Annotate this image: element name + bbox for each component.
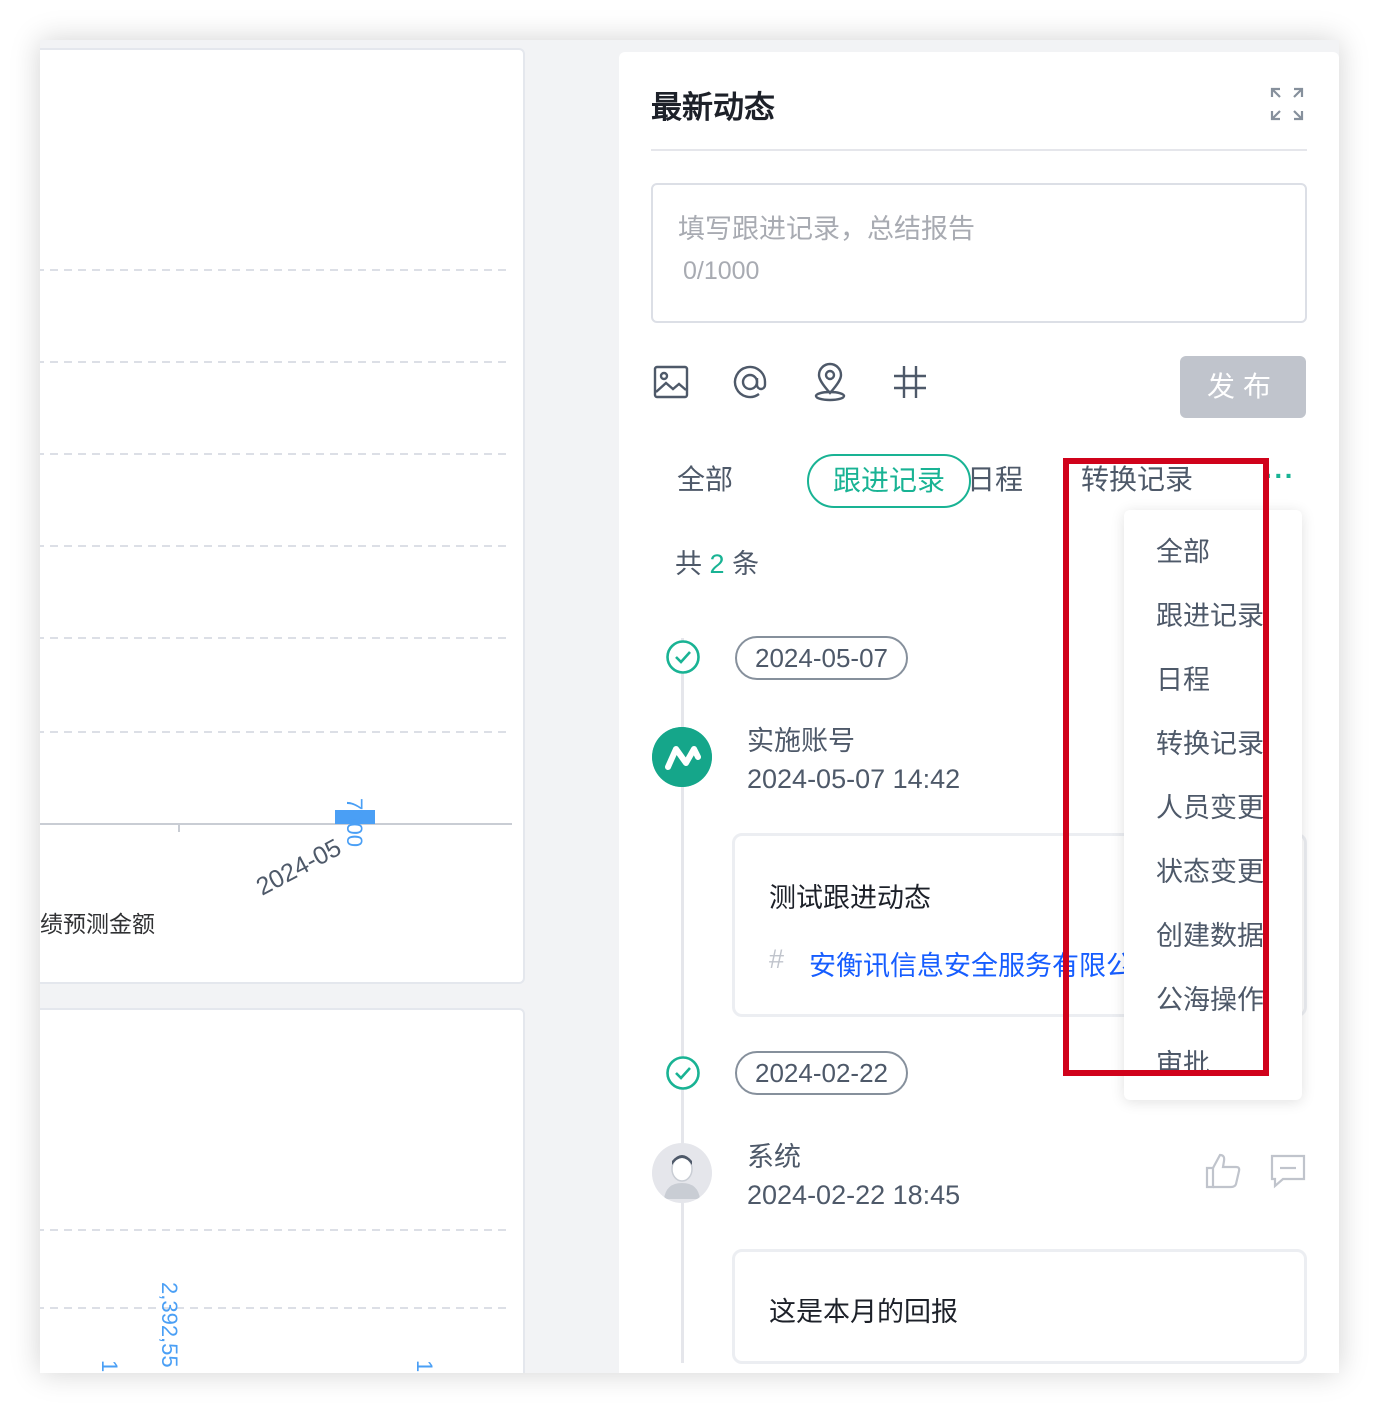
comment-icon[interactable] bbox=[1268, 1151, 1308, 1191]
location-icon[interactable] bbox=[810, 362, 850, 402]
post-time: 2024-05-07 14:42 bbox=[747, 764, 961, 794]
expand-icon[interactable] bbox=[1269, 86, 1305, 122]
total-number: 2 bbox=[709, 549, 725, 579]
company-logo-icon bbox=[652, 727, 712, 787]
post-time: 2024-02-22 18:45 bbox=[747, 1180, 961, 1210]
tab-follow-up[interactable]: 跟进记录 bbox=[807, 454, 972, 508]
publish-button[interactable]: 发布 bbox=[1180, 356, 1306, 418]
amount-chart: 1, 2,392,55 1, bbox=[40, 1229, 512, 1373]
input-placeholder: 填写跟进记录，总结报告 bbox=[678, 214, 975, 244]
title-divider bbox=[651, 149, 1307, 151]
follow-up-input[interactable]: 填写跟进记录，总结报告 0/1000 bbox=[651, 183, 1307, 323]
legend-label: 绩预测金额 bbox=[40, 911, 155, 937]
post-content: 这是本月的回报 bbox=[769, 1297, 958, 1327]
avatar bbox=[652, 727, 712, 787]
avatar bbox=[652, 1143, 712, 1203]
forecast-chart-card: 7000 2024-05 绩预测金额 bbox=[40, 48, 525, 984]
user-name: 实施账号 bbox=[747, 726, 855, 756]
user-name: 系统 bbox=[747, 1142, 801, 1172]
tab-schedule[interactable]: 日程 bbox=[967, 460, 1023, 500]
tab-all[interactable]: 全部 bbox=[677, 460, 733, 500]
char-counter: 0/1000 bbox=[683, 257, 760, 285]
total-suffix: 条 bbox=[732, 549, 760, 579]
image-icon[interactable] bbox=[651, 362, 691, 402]
post-content: 测试跟进动态 bbox=[769, 883, 931, 913]
hashtag-icon[interactable] bbox=[890, 362, 930, 402]
data-label: 1, bbox=[97, 1360, 122, 1373]
at-icon[interactable] bbox=[730, 362, 770, 402]
amount-chart-card: 1, 2,392,55 1, bbox=[40, 1008, 525, 1373]
highlight-box bbox=[1063, 458, 1269, 1076]
date-pill: 2024-02-22 bbox=[735, 1051, 908, 1095]
total-prefix: 共 bbox=[675, 549, 702, 579]
x-tick-label: 2024-05 bbox=[252, 834, 346, 902]
hashtag-symbol: # bbox=[769, 944, 785, 974]
panel-title: 最新动态 bbox=[651, 90, 775, 125]
data-label: 1, bbox=[412, 1360, 437, 1373]
thumbs-up-icon[interactable] bbox=[1203, 1151, 1243, 1191]
total-count: 共 2 条 bbox=[675, 542, 759, 581]
data-label: 2,392,55 bbox=[157, 1282, 182, 1368]
bar-value-label: 7000 bbox=[342, 798, 367, 847]
forecast-chart: 7000 2024-05 绩预测金额 bbox=[40, 269, 512, 937]
check-circle-icon bbox=[666, 1056, 700, 1090]
user-avatar-icon bbox=[652, 1143, 712, 1203]
post-card: 这是本月的回报 bbox=[732, 1249, 1307, 1364]
check-circle-icon bbox=[666, 640, 700, 674]
date-pill: 2024-05-07 bbox=[735, 636, 908, 680]
